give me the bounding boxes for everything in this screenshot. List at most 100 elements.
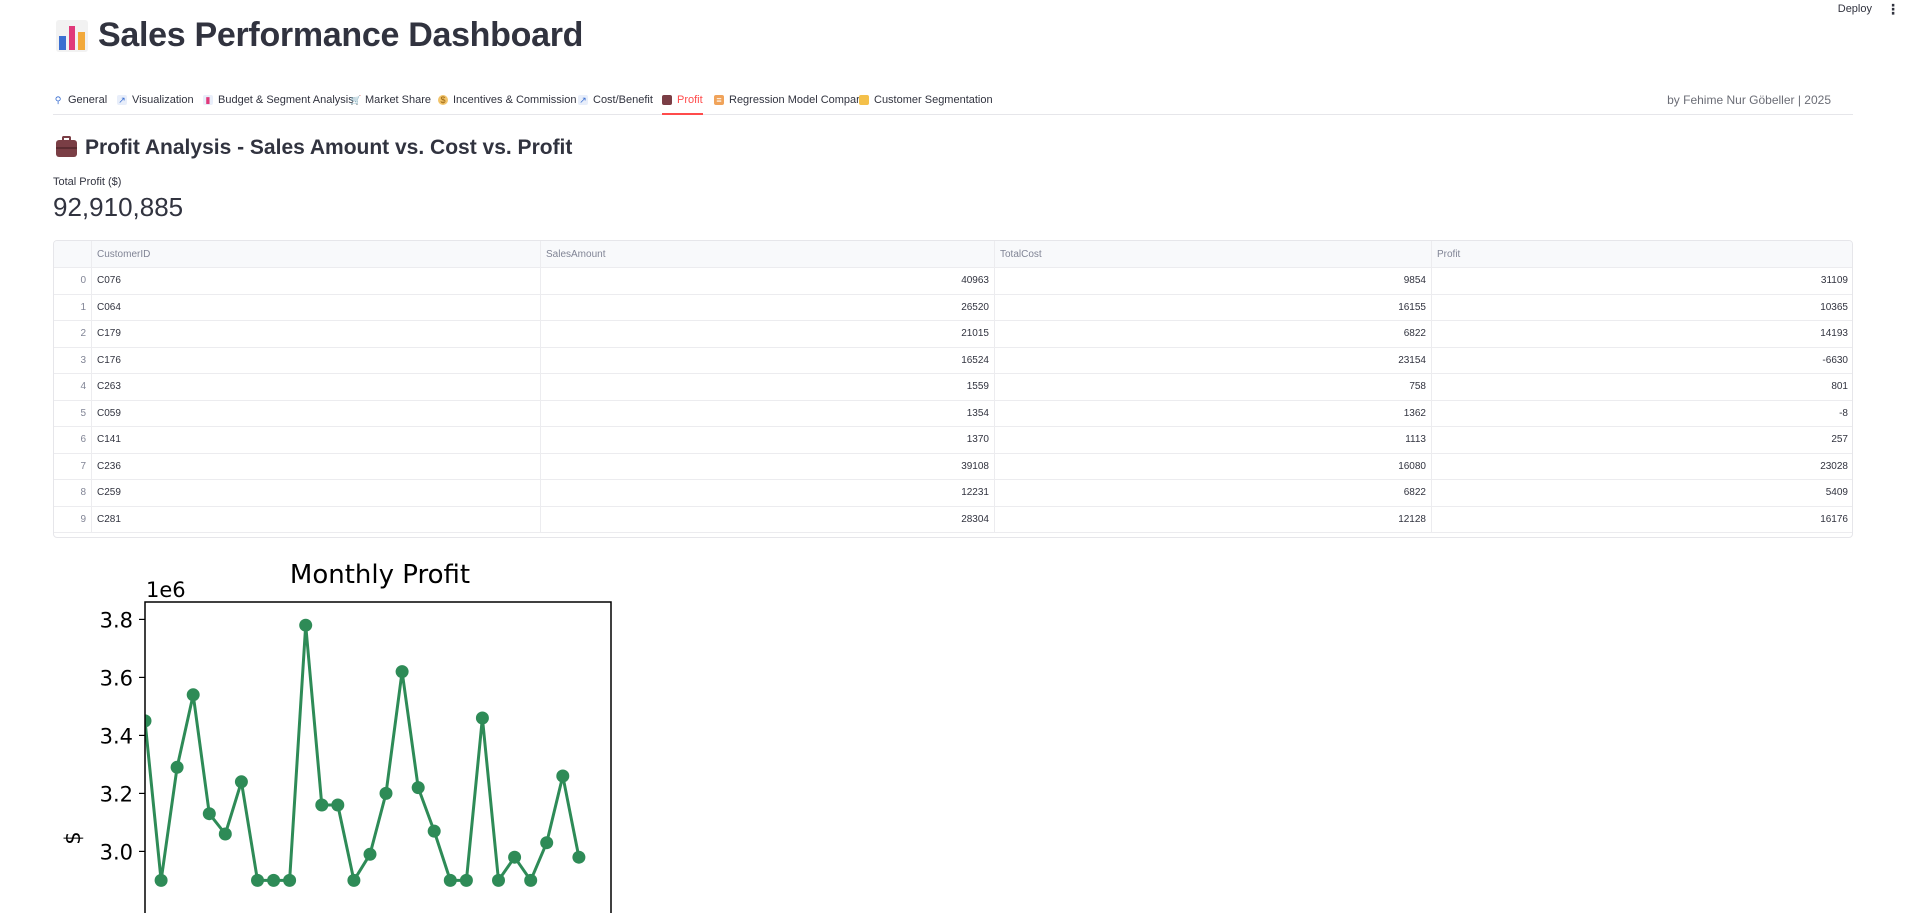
- column-header-customerid[interactable]: CustomerID: [92, 241, 541, 267]
- table-row[interactable]: 1 C064 26520 16155 10365: [54, 294, 1852, 321]
- cell-customerid[interactable]: C076: [92, 267, 541, 294]
- data-point: [395, 665, 409, 679]
- tab-cost-benefit[interactable]: ↗ Cost/Benefit: [578, 85, 653, 114]
- cell-totalcost[interactable]: 16155: [995, 294, 1432, 320]
- tab-market-share[interactable]: 🛒 Market Share: [350, 85, 431, 114]
- cell-profit[interactable]: 23028: [1432, 453, 1852, 479]
- cell-customerid[interactable]: C236: [92, 453, 541, 479]
- table-row[interactable]: 7 C236 39108 16080 23028: [54, 453, 1852, 480]
- cell-customerid[interactable]: C263: [92, 373, 541, 400]
- cell-profit[interactable]: -6630: [1432, 347, 1852, 373]
- data-point: [331, 798, 345, 812]
- data-point: [379, 786, 393, 800]
- cell-profit[interactable]: 14193: [1432, 321, 1852, 347]
- tab-budget-segment[interactable]: ▮ Budget & Segment Analysis: [203, 85, 354, 114]
- tab-label: Incentives & Commission: [453, 93, 577, 106]
- bar-chart-icon: [56, 19, 88, 52]
- cell-customerid[interactable]: C176: [92, 347, 541, 373]
- cell-totalcost[interactable]: 9854: [995, 267, 1432, 294]
- top-bar: Deploy ⋮: [1838, 0, 1906, 18]
- y-axis-label: $: [61, 831, 85, 844]
- cell-totalcost[interactable]: 758: [995, 373, 1432, 400]
- tab-label: Visualization: [132, 93, 194, 106]
- tab-label: Customer Segmentation: [874, 93, 993, 106]
- page-title: Sales Performance Dashboard: [98, 16, 584, 54]
- cell-salesamount[interactable]: 1370: [541, 426, 995, 453]
- cell-totalcost[interactable]: 6822: [995, 479, 1432, 506]
- cell-profit[interactable]: 257: [1432, 427, 1852, 453]
- column-header-totalcost[interactable]: TotalCost: [995, 241, 1432, 267]
- author-byline: by Fehime Nur Göbeller | 2025: [1667, 92, 1831, 107]
- y-tick-label: 3.0: [100, 840, 133, 864]
- data-point: [443, 873, 457, 887]
- table-row[interactable]: 6 C141 1370 1113 257: [54, 426, 1852, 454]
- cell-salesamount[interactable]: 21015: [541, 320, 995, 347]
- metric-label: Total Profit ($): [53, 176, 122, 188]
- cell-customerid[interactable]: C059: [92, 400, 541, 426]
- table-row[interactable]: 5 C059 1354 1362 -8: [54, 400, 1852, 427]
- cell-customerid[interactable]: C259: [92, 479, 541, 506]
- cell-customerid[interactable]: C141: [92, 426, 541, 453]
- data-point: [556, 769, 570, 783]
- chart-increasing-icon: ↗: [117, 94, 127, 105]
- data-point: [170, 760, 184, 774]
- table-row[interactable]: 0 C076 40963 9854 31109: [54, 267, 1852, 295]
- row-index: 0: [54, 267, 92, 294]
- cell-salesamount[interactable]: 12231: [541, 479, 995, 506]
- tab-customer-segmentation[interactable]: Customer Segmentation: [859, 85, 993, 114]
- cell-profit[interactable]: 16176: [1432, 506, 1852, 532]
- tab-incentives[interactable]: $ Incentives & Commission: [438, 85, 577, 114]
- tab-profit[interactable]: Profit: [662, 85, 703, 115]
- cell-totalcost[interactable]: 23154: [995, 347, 1432, 373]
- data-point: [508, 850, 522, 864]
- table-row[interactable]: 8 C259 12231 6822 5409: [54, 479, 1852, 507]
- cell-salesamount[interactable]: 40963: [541, 267, 995, 294]
- cell-totalcost[interactable]: 12128: [995, 506, 1432, 532]
- cell-salesamount[interactable]: 26520: [541, 294, 995, 320]
- cell-totalcost[interactable]: 1362: [995, 400, 1432, 426]
- data-point: [572, 850, 586, 864]
- cell-customerid[interactable]: C179: [92, 320, 541, 347]
- cell-totalcost[interactable]: 1113: [995, 426, 1432, 453]
- cell-salesamount[interactable]: 28304: [541, 506, 995, 532]
- cell-profit[interactable]: 10365: [1432, 294, 1852, 320]
- tab-general[interactable]: ⚲ General: [53, 85, 107, 114]
- section-header: Profit Analysis - Sales Amount vs. Cost …: [56, 135, 572, 160]
- column-header-profit[interactable]: Profit: [1432, 241, 1852, 267]
- cell-profit[interactable]: 31109: [1432, 268, 1852, 294]
- cell-salesamount[interactable]: 39108: [541, 453, 995, 479]
- data-point: [283, 873, 297, 887]
- cell-salesamount[interactable]: 16524: [541, 347, 995, 373]
- y-tick-label: 3.4: [100, 724, 133, 748]
- tab-label: Cost/Benefit: [593, 93, 653, 106]
- magnifier-icon: ⚲: [54, 94, 62, 105]
- cell-totalcost[interactable]: 16080: [995, 453, 1432, 479]
- table-row[interactable]: 4 C263 1559 758 801: [54, 373, 1852, 401]
- cell-profit[interactable]: 801: [1432, 374, 1852, 400]
- tab-visualization[interactable]: ↗ Visualization: [117, 85, 194, 114]
- index-header: [54, 241, 92, 267]
- data-point: [524, 873, 538, 887]
- cell-salesamount[interactable]: 1354: [541, 400, 995, 426]
- cell-totalcost[interactable]: 6822: [995, 320, 1432, 347]
- cell-profit[interactable]: 5409: [1432, 480, 1852, 506]
- metric-value: 92,910,885: [53, 192, 184, 222]
- row-index: 7: [54, 453, 92, 479]
- cart-icon: 🛒: [350, 94, 362, 105]
- main-menu-icon[interactable]: ⋮: [1886, 2, 1900, 16]
- table-row[interactable]: 3 C176 16524 23154 -6630: [54, 347, 1852, 374]
- chart-increasing-icon: ↗: [578, 94, 588, 105]
- table-row[interactable]: 2 C179 21015 6822 14193: [54, 320, 1852, 348]
- profit-data-table[interactable]: CustomerID SalesAmount TotalCost Profit …: [53, 240, 1853, 538]
- cell-customerid[interactable]: C281: [92, 506, 541, 532]
- cell-customerid[interactable]: C064: [92, 294, 541, 320]
- column-header-salesamount[interactable]: SalesAmount: [541, 241, 995, 267]
- cell-profit[interactable]: -8: [1432, 400, 1852, 426]
- tab-label: Budget & Segment Analysis: [218, 93, 354, 106]
- cell-salesamount[interactable]: 1559: [541, 373, 995, 400]
- data-point: [427, 824, 441, 838]
- table-row[interactable]: 9 C281 28304 12128 16176: [54, 506, 1852, 533]
- data-point: [218, 827, 232, 841]
- deploy-button[interactable]: Deploy: [1838, 3, 1872, 15]
- tab-regression[interactable]: ≡ Regression Model Compare: [714, 85, 866, 114]
